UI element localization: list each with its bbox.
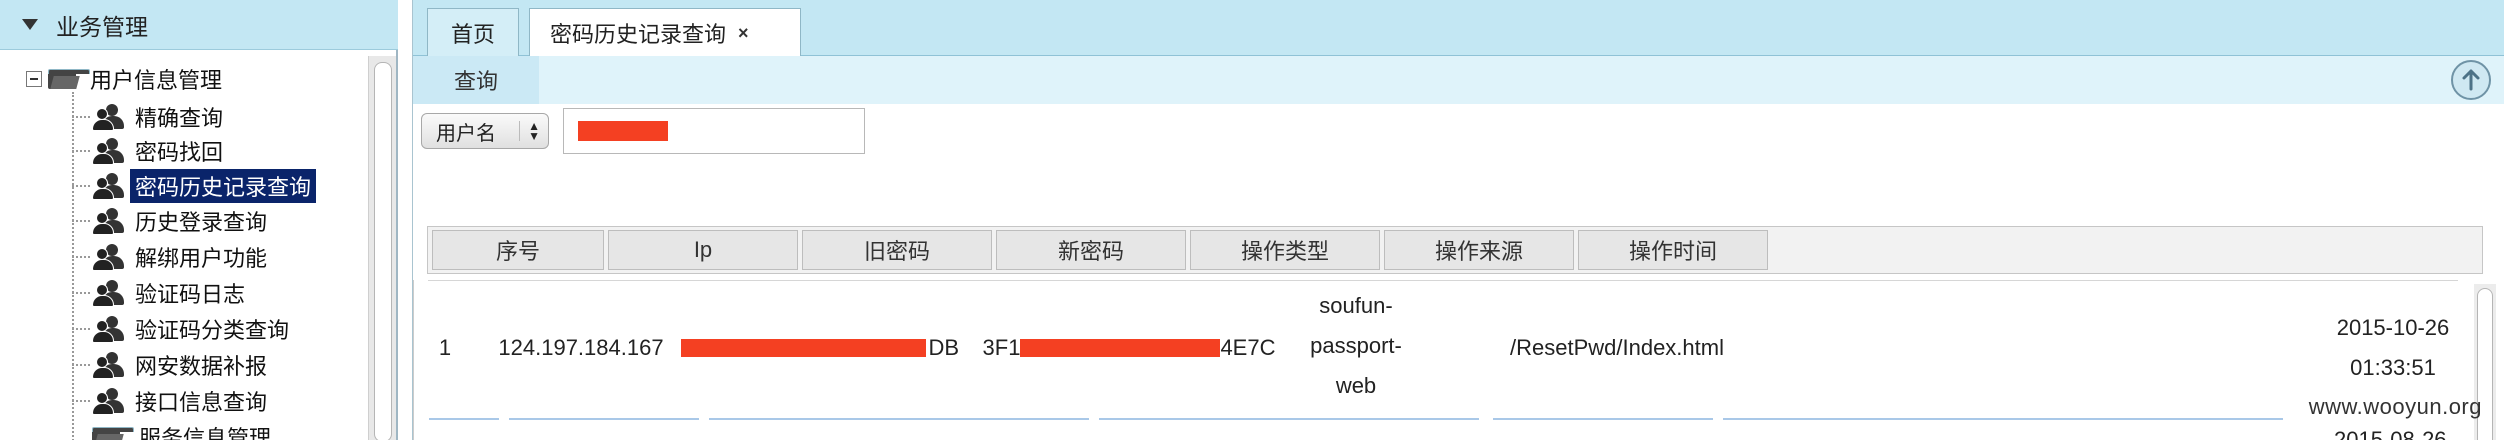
column-header-operation-source[interactable]: 操作来源: [1384, 230, 1574, 270]
cell-time: 2015-10-26 01:33:51: [2323, 308, 2463, 388]
sidebar-item-label: 解绑用户功能: [135, 246, 268, 271]
cell-time-date: 2015-10-26: [2336, 315, 2450, 340]
tree-node-label: 用户信息管理: [90, 68, 223, 93]
cell-time-clock: 01:33:51: [2350, 355, 2436, 380]
users-icon: [92, 208, 126, 235]
tab-bar: 首页 密码历史记录查询 ×: [413, 0, 2504, 57]
collapse-minus-icon[interactable]: [26, 71, 42, 87]
users-icon: [92, 173, 126, 200]
users-icon: [92, 352, 126, 379]
sidebar-item-captcha-category[interactable]: 验证码分类查询: [72, 312, 294, 346]
collapse-triangle-icon[interactable]: [22, 19, 38, 30]
cell-source: /ResetPwd/Index.html: [1510, 335, 1724, 360]
table-row[interactable]: 1 124.197.184.167 DB 3F1 4E7C soufun- pa…: [413, 280, 2463, 410]
cell-new-password-tail: 4E7C: [1220, 335, 1276, 360]
sidebar-item-label: 网安数据补报: [135, 354, 268, 379]
cell-ip: 124.197.184.167: [498, 335, 664, 360]
users-icon: [92, 316, 126, 343]
sidebar-item-label: 接口信息查询: [135, 390, 268, 415]
sidebar-item-captcha-log[interactable]: 验证码日志: [72, 276, 250, 310]
sidebar-item-label: 服务信息管理: [139, 426, 272, 440]
column-header-operation-time[interactable]: 操作时间: [1578, 230, 1768, 270]
cell-operation-type-line: soufun-: [1319, 293, 1393, 318]
column-header-old-password[interactable]: 旧密码: [802, 230, 992, 270]
sidebar: 业务管理 用户信息管理 精确查询 密码找回 密码历史记录查询 历史登录查询 解绑…: [0, 0, 398, 440]
users-icon: [92, 280, 126, 307]
query-button[interactable]: 查询: [413, 56, 539, 104]
sidebar-item-label: 密码历史记录查询: [130, 169, 317, 203]
scrollbar-thumb[interactable]: [374, 62, 392, 440]
sidebar-item-security-data-report[interactable]: 网安数据补报: [72, 348, 272, 382]
select-arrows-icon: ▲ ▼: [519, 120, 540, 142]
users-icon: [92, 104, 126, 131]
sidebar-item-label: 验证码日志: [135, 282, 246, 307]
redaction-mark: [681, 339, 927, 357]
tab-password-history[interactable]: 密码历史记录查询 ×: [529, 8, 801, 57]
arrow-up-circle-icon[interactable]: [2451, 60, 2491, 100]
column-header-ip[interactable]: Ip: [608, 230, 798, 270]
sidebar-item-label: 验证码分类查询: [135, 318, 290, 343]
folder-open-icon: [48, 69, 90, 89]
sidebar-item-label: 精确查询: [135, 106, 224, 131]
cell-old-password: DB: [681, 328, 959, 368]
sidebar-item-interface-info[interactable]: 接口信息查询: [72, 384, 272, 418]
redaction-mark: [1020, 339, 1221, 357]
column-header-new-password[interactable]: 新密码: [996, 230, 1186, 270]
username-input[interactable]: [563, 108, 865, 154]
cell-index: 1: [438, 335, 452, 360]
sidebar-item-password-history[interactable]: 密码历史记录查询: [72, 169, 317, 203]
tab-label: 密码历史记录查询: [550, 22, 727, 47]
sidebar-header-title: 业务管理: [56, 13, 148, 40]
watermark: www.wooyun.org: [2308, 394, 2482, 419]
select-value: 用户名: [436, 122, 496, 145]
users-icon: [92, 244, 126, 271]
tab-label: 首页: [450, 21, 495, 47]
cell-old-password-tail: DB: [928, 335, 959, 360]
users-icon: [92, 388, 126, 415]
cell-new-password-head: 3F1: [982, 335, 1021, 360]
sidebar-header[interactable]: 业务管理: [0, 0, 398, 50]
toolbar: 查询: [413, 56, 2504, 104]
users-icon: [92, 138, 126, 165]
table-header: 序号 Ip 旧密码 新密码 操作类型 操作来源 操作时间: [427, 226, 2483, 274]
column-header-operation-type[interactable]: 操作类型: [1190, 230, 1380, 270]
redaction-mark: [578, 121, 668, 141]
filter-row: 用户名 ▲ ▼: [421, 108, 865, 154]
search-field-select[interactable]: 用户名 ▲ ▼: [421, 113, 549, 149]
sidebar-item-label: 密码找回: [135, 140, 224, 165]
sidebar-scrollbar[interactable]: [368, 56, 396, 440]
table-row-partial-time: 2015-08-26: [2334, 427, 2447, 440]
tree-node-user-info-management[interactable]: 用户信息管理: [26, 64, 222, 94]
tab-home[interactable]: 首页: [427, 8, 519, 56]
sidebar-item-unbind-user[interactable]: 解绑用户功能: [72, 240, 272, 274]
folder-icon: [92, 427, 134, 440]
main-panel: 首页 密码历史记录查询 × 查询 用户名 ▲ ▼ 序号 Ip 旧密码 新密码 操作…: [412, 0, 2504, 440]
cell-new-password: 3F1 4E7C: [973, 328, 1285, 368]
cell-operation-type-line: passport-: [1310, 333, 1402, 358]
sidebar-item-exact-query[interactable]: 精确查询: [72, 100, 228, 134]
cell-operation-type: soufun- passport- web: [1271, 286, 1441, 406]
sidebar-item-service-info[interactable]: 服务信息管理: [72, 420, 276, 440]
sidebar-item-login-history[interactable]: 历史登录查询: [72, 204, 272, 238]
sidebar-item-label: 历史登录查询: [135, 210, 268, 235]
column-header-index[interactable]: 序号: [432, 230, 604, 270]
close-icon[interactable]: ×: [738, 23, 749, 44]
sidebar-item-password-recovery[interactable]: 密码找回: [72, 134, 228, 168]
cell-operation-type-line: web: [1335, 373, 1377, 398]
